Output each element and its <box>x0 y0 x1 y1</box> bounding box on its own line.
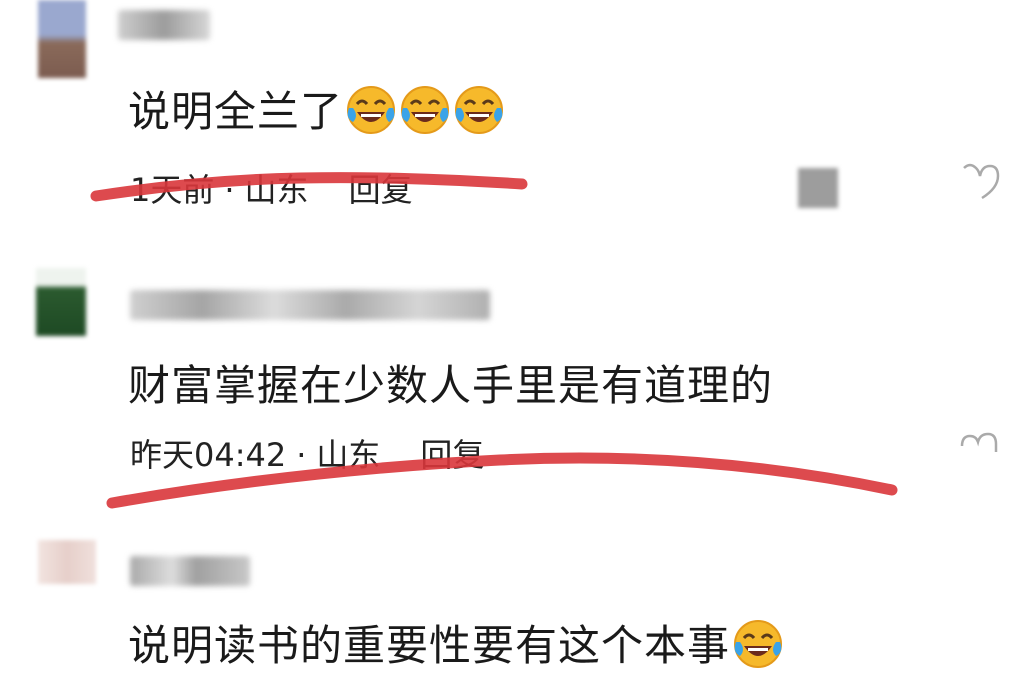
separator: · <box>296 436 307 474</box>
avatar[interactable] <box>38 540 96 584</box>
separator: · <box>224 171 235 209</box>
reply-button[interactable]: 回复 <box>420 436 484 474</box>
laugh-cry-emoji-icon <box>347 86 396 134</box>
avatar[interactable] <box>38 0 86 78</box>
comment-text: 说明读书的重要性要有这个本事 <box>128 612 784 673</box>
comment-text: 说明全兰了 <box>128 78 505 139</box>
comment-meta: 昨天04:42 · 山东 回复 <box>130 430 484 476</box>
comment-text: 财富掌握在少数人手里是有道理的 <box>128 352 773 413</box>
comment-meta: 1天前 · 山东 回复 <box>130 165 413 211</box>
laugh-cry-emoji-icon <box>455 86 504 134</box>
laugh-cry-emoji-icon <box>401 86 450 134</box>
like-icon[interactable] <box>958 424 1004 464</box>
comment-text-label: 说明读书的重要性要有这个本事 <box>128 621 731 670</box>
comment-text-label: 说明全兰了 <box>128 87 344 136</box>
laugh-cry-emoji-icon <box>734 620 783 668</box>
comment-location: 山东 <box>316 436 381 474</box>
comment-time: 1天前 <box>130 171 215 209</box>
username-blurred[interactable] <box>130 290 490 320</box>
comment-time: 昨天04:42 <box>130 436 287 474</box>
comment-text-label: 财富掌握在少数人手里是有道理的 <box>128 361 774 410</box>
blurred-thumbnail <box>798 168 838 208</box>
comment-location: 山东 <box>244 171 309 209</box>
avatar[interactable] <box>36 268 86 336</box>
like-icon[interactable] <box>958 160 1004 200</box>
username-blurred[interactable] <box>118 10 210 40</box>
username-blurred[interactable] <box>130 556 250 586</box>
reply-button[interactable]: 回复 <box>349 171 413 209</box>
